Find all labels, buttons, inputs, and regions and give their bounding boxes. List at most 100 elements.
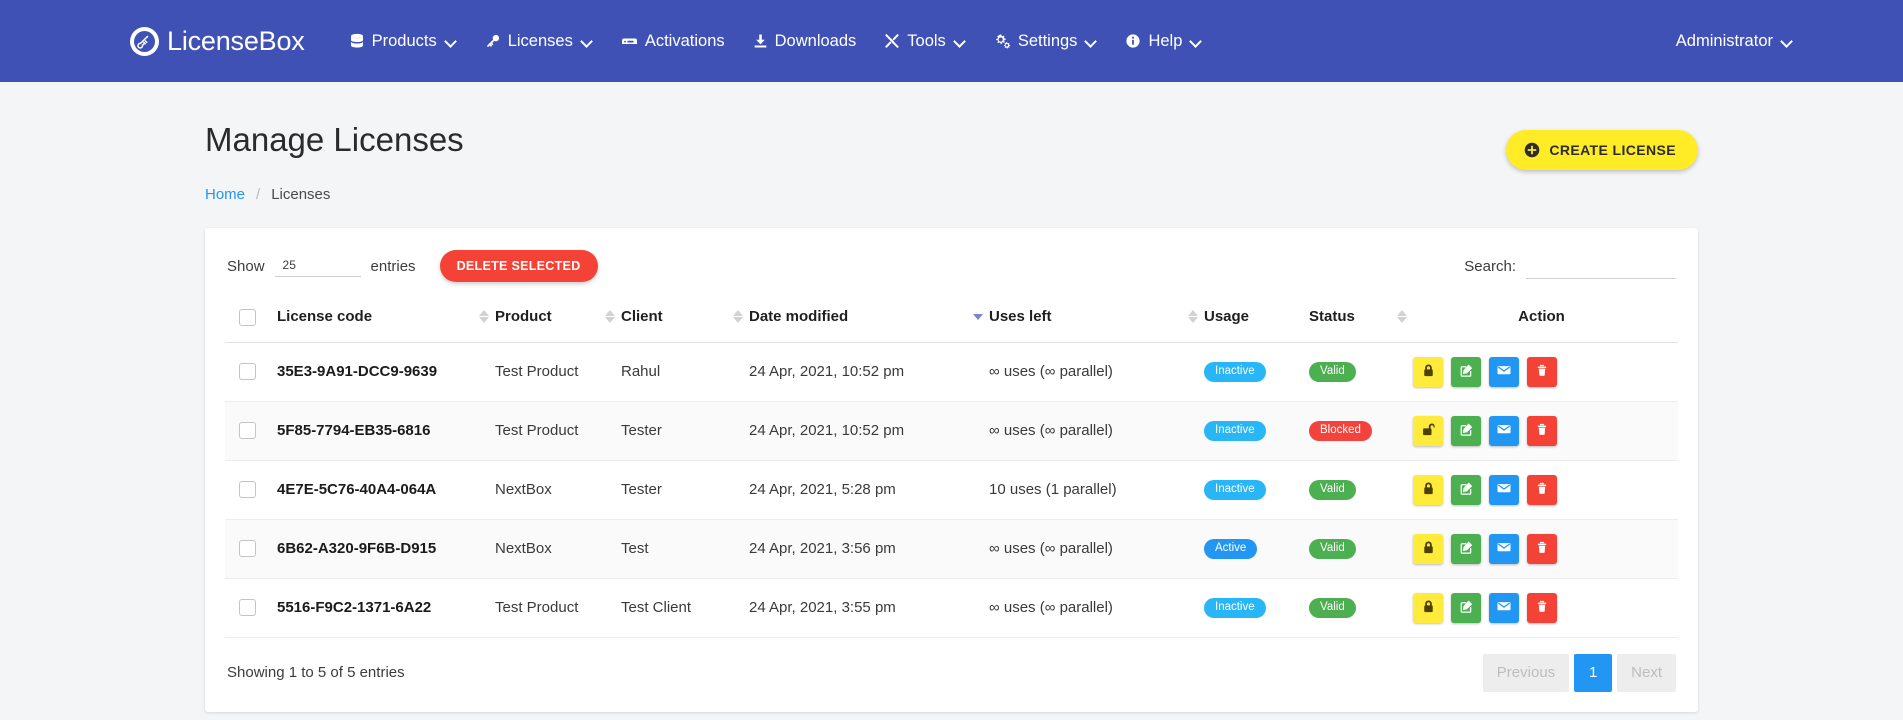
cell-uses-left: ∞ uses (∞ parallel) [981,401,1196,461]
edit-icon [1459,422,1474,440]
row-action-group [1413,474,1670,505]
show-label: Show [227,257,265,275]
edit-button[interactable] [1451,474,1481,505]
cell-date-modified: 24 Apr, 2021, 3:56 pm [741,519,981,579]
cell-usage: Inactive [1196,342,1301,402]
edit-button[interactable] [1451,415,1481,446]
cell-date-modified: 24 Apr, 2021, 10:52 pm [741,342,981,402]
column-label: Status [1309,308,1355,326]
column-header-license-code[interactable]: License code [269,294,489,343]
plus-circle-icon [1524,142,1540,158]
lock-open-icon [1421,422,1436,440]
delete-button[interactable] [1527,415,1557,446]
delete-selected-button[interactable]: DELETE SELECTED [439,250,598,282]
page-title: Manage Licenses [205,121,464,158]
cell-uses-left: ∞ uses (∞ parallel) [981,578,1196,638]
edit-icon [1459,481,1474,499]
email-button[interactable] [1489,415,1519,446]
table-header-row: License code Product Client Date modifie… [225,294,1678,343]
email-button[interactable] [1489,474,1519,505]
info-icon [1125,33,1141,49]
row-checkbox[interactable] [239,540,256,558]
nav-item-licenses[interactable]: Licenses [471,32,607,51]
row-select-cell [225,460,269,520]
column-header-product[interactable]: Product [487,294,615,343]
create-license-button[interactable]: CREATE LICENSE [1506,130,1698,170]
page-header: Manage Licenses CREATE LICENSE [205,82,1698,170]
nav-item-help[interactable]: Help [1111,32,1216,51]
column-header-status[interactable]: Status [1301,294,1407,343]
row-action-group [1413,356,1670,387]
cell-license-code: 35E3-9A91-DCC9-9639 [269,342,487,402]
cell-status: Valid [1301,460,1405,520]
column-label: Action [1518,308,1565,326]
chevron-down-icon [1782,36,1793,47]
pagination-previous[interactable]: Previous [1482,653,1570,692]
row-action-group [1413,415,1670,446]
delete-button[interactable] [1527,356,1557,387]
trash-icon [1535,363,1549,381]
nav-item-settings[interactable]: Settings [980,32,1112,51]
column-header-date-modified[interactable]: Date modified [741,294,983,343]
breadcrumb-home-link[interactable]: Home [205,186,245,203]
row-checkbox[interactable] [239,363,256,381]
table-body: 35E3-9A91-DCC9-9639 Test Product Rahul 24 A… [225,342,1678,638]
cell-usage: Inactive [1196,460,1301,520]
edit-icon [1459,540,1474,558]
search-group: Search: [1464,253,1676,279]
search-input[interactable] [1526,253,1676,279]
column-header-client[interactable]: Client [613,294,743,343]
pagination-page-1[interactable]: 1 [1574,653,1613,692]
brand-logo-link[interactable]: LicenseBox [130,26,305,57]
lock-button[interactable] [1413,474,1443,505]
breadcrumb-current: Licenses [271,186,331,203]
edit-button[interactable] [1451,533,1481,564]
cell-usage: Active [1196,519,1301,579]
page-length-select[interactable]: 102550100 [274,255,361,277]
status-badge: Valid [1309,479,1356,501]
status-badge: Valid [1309,538,1356,560]
email-button[interactable] [1489,356,1519,387]
row-checkbox[interactable] [239,599,256,617]
status-badge: Valid [1309,361,1356,383]
nav-item-downloads[interactable]: Downloads [739,32,871,51]
email-button[interactable] [1489,533,1519,564]
sort-icon-desc [959,309,983,324]
row-select-cell [225,401,269,461]
nav-item-label: Products [371,31,437,50]
select-all-checkbox[interactable] [239,308,256,326]
delete-button[interactable] [1527,533,1557,564]
row-checkbox[interactable] [239,481,256,499]
edit-button[interactable] [1451,356,1481,387]
create-license-label: CREATE LICENSE [1549,142,1676,158]
nav-item-products[interactable]: Products [335,32,471,51]
cell-client: Rahul [613,342,741,402]
top-navbar: LicenseBox Products Licenses Activations [0,0,1903,82]
usage-badge: Inactive [1204,479,1266,501]
lock-button[interactable] [1413,592,1443,623]
table-row: 4E7E-5C76-40A4-064A NextBox Tester 24 Apr, … [225,460,1678,520]
pagination-next[interactable]: Next [1617,653,1676,692]
row-action-group [1413,592,1670,623]
column-header-uses-left[interactable]: Uses left [981,294,1198,343]
delete-button[interactable] [1527,474,1557,505]
nav-item-tools[interactable]: Tools [870,32,980,51]
cell-status: Blocked [1301,401,1405,461]
lock-closed-icon [1421,363,1436,381]
lock-button[interactable] [1413,415,1443,446]
nav-item-label: Settings [1017,31,1078,50]
lock-button[interactable] [1413,356,1443,387]
usage-badge: Inactive [1204,361,1266,383]
delete-button[interactable] [1527,592,1557,623]
email-button[interactable] [1489,592,1519,623]
user-menu[interactable]: Administrator [1676,32,1793,51]
nav-item-activations[interactable]: Activations [607,32,739,51]
user-menu-label: Administrator [1675,31,1773,50]
column-header-usage[interactable]: Usage [1196,294,1301,343]
usage-badge: Inactive [1204,597,1266,619]
edit-button[interactable] [1451,592,1481,623]
lock-button[interactable] [1413,533,1443,564]
row-checkbox[interactable] [239,422,256,440]
chevron-down-icon [955,36,966,47]
email-icon [1496,539,1512,558]
